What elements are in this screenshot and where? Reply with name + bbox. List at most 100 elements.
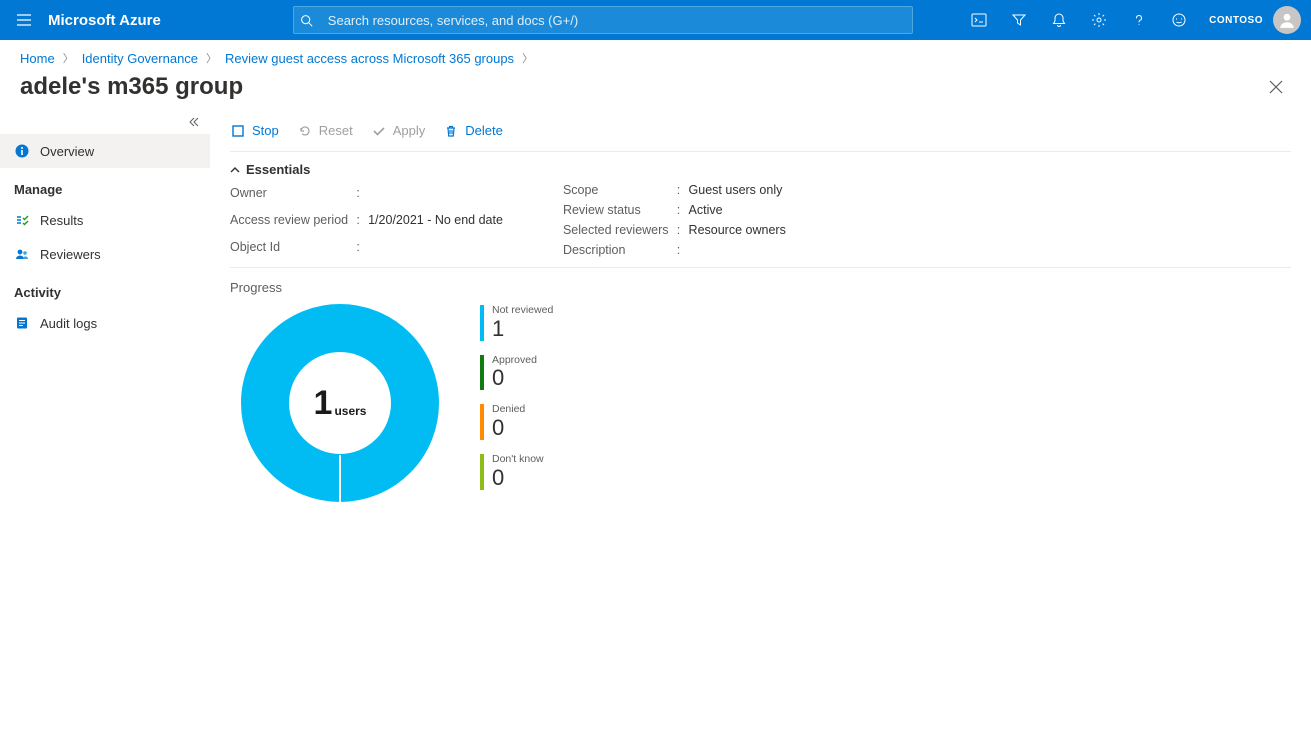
apply-icon [371,123,387,139]
scope-label: Scope [563,183,669,197]
page-title: adele's m365 group [20,73,243,101]
breadcrumb-review-guest-access[interactable]: Review guest access across Microsoft 365… [225,51,514,66]
reset-icon [297,123,313,139]
legend-approved: Approved 0 [480,355,553,391]
delete-icon [443,123,459,139]
search-icon [294,14,320,27]
sidebar-item-label: Results [40,213,83,228]
top-bar: Microsoft Azure CONTOSO [0,0,1311,40]
sidebar-section-manage: Manage [0,168,210,203]
cmd-label: Stop [252,123,279,138]
results-icon [14,212,30,228]
cloud-shell-icon [971,12,987,28]
chevron-right-icon: 〉 [206,50,217,66]
close-icon [1269,80,1283,94]
donut-unit: users [334,404,366,418]
tenant-label: CONTOSO [1199,15,1273,26]
body: Overview Manage Results Reviewers Activi… [0,110,1311,523]
title-row: adele's m365 group [0,70,1311,110]
chevron-double-left-icon [188,116,200,128]
reviewers-label: Selected reviewers [563,223,669,237]
scope-value: Guest users only [689,183,786,197]
global-search[interactable] [293,6,913,34]
close-button[interactable] [1261,72,1291,102]
sidebar-item-label: Overview [40,144,94,159]
person-icon [1278,11,1296,29]
essentials-grid: Owner: Access review period:1/20/2021 - … [230,183,1291,268]
status-label: Review status [563,203,669,217]
sidebar-item-label: Reviewers [40,247,101,262]
legend-value: 0 [492,366,537,390]
hamburger-menu[interactable] [0,0,48,40]
legend-color-bar [480,454,484,490]
collapse-sidebar-button[interactable] [0,114,210,134]
legend-dont-know: Don't know 0 [480,454,553,490]
sidebar-item-results[interactable]: Results [0,203,210,237]
settings-button[interactable] [1079,0,1119,40]
objectid-label: Object Id [230,240,348,254]
legend-label: Not reviewed [492,305,553,317]
delete-button[interactable]: Delete [443,123,503,139]
directory-filter-button[interactable] [999,0,1039,40]
top-icons: CONTOSO [959,0,1311,40]
owner-label: Owner [230,186,348,200]
chevron-right-icon: 〉 [63,50,74,66]
progress-donut-chart: 1 users [240,303,440,503]
progress-row: 1 users Not reviewed 1 Approved 0 [230,303,1291,503]
cmd-label: Apply [393,123,426,138]
period-value: 1/20/2021 - No end date [368,213,503,227]
donut-total: 1 [314,384,333,423]
breadcrumb-identity-governance[interactable]: Identity Governance [82,51,198,66]
breadcrumb-home[interactable]: Home [20,51,55,66]
legend-value: 0 [492,466,544,490]
help-icon [1131,12,1147,28]
legend-color-bar [480,355,484,391]
description-label: Description [563,243,669,257]
sidebar-item-overview[interactable]: Overview [0,134,210,168]
main-content: Stop Reset Apply Delete Essentials Owner… [210,110,1311,523]
notifications-button[interactable] [1039,0,1079,40]
legend-color-bar [480,404,484,440]
legend-value: 0 [492,416,525,440]
essentials-left-column: Owner: Access review period:1/20/2021 - … [230,183,503,257]
essentials-label: Essentials [246,162,310,177]
cmd-label: Reset [319,123,353,138]
legend-value: 1 [492,317,553,341]
stop-icon [230,123,246,139]
period-label: Access review period [230,213,348,227]
donut-center: 1 users [240,303,440,503]
search-wrap [293,6,959,34]
menu-icon [16,12,32,28]
cmd-label: Delete [465,123,503,138]
account-avatar[interactable] [1273,6,1301,34]
legend-denied: Denied 0 [480,404,553,440]
feedback-button[interactable] [1159,0,1199,40]
reviewers-value: Resource owners [689,223,786,237]
feedback-icon [1171,12,1187,28]
sidebar-section-activity: Activity [0,271,210,306]
sidebar-item-reviewers[interactable]: Reviewers [0,237,210,271]
search-input[interactable] [320,13,912,28]
bell-icon [1051,12,1067,28]
reset-button: Reset [297,123,353,139]
progress-label: Progress [230,268,1291,303]
brand-label[interactable]: Microsoft Azure [48,12,173,29]
sidebar-item-audit-logs[interactable]: Audit logs [0,306,210,340]
apply-button: Apply [371,123,426,139]
sidebar: Overview Manage Results Reviewers Activi… [0,110,210,523]
audit-logs-icon [14,315,30,331]
legend-not-reviewed: Not reviewed 1 [480,305,553,341]
command-bar: Stop Reset Apply Delete [230,110,1291,152]
essentials-toggle[interactable]: Essentials [230,152,1291,183]
legend-color-bar [480,305,484,341]
help-button[interactable] [1119,0,1159,40]
breadcrumb: Home 〉 Identity Governance 〉 Review gues… [0,40,1311,70]
info-icon [14,143,30,159]
filter-icon [1011,12,1027,28]
status-value: Active [689,203,786,217]
sidebar-item-label: Audit logs [40,316,97,331]
chevron-right-icon: 〉 [522,50,533,66]
cloud-shell-button[interactable] [959,0,999,40]
stop-button[interactable]: Stop [230,123,279,139]
reviewers-icon [14,246,30,262]
